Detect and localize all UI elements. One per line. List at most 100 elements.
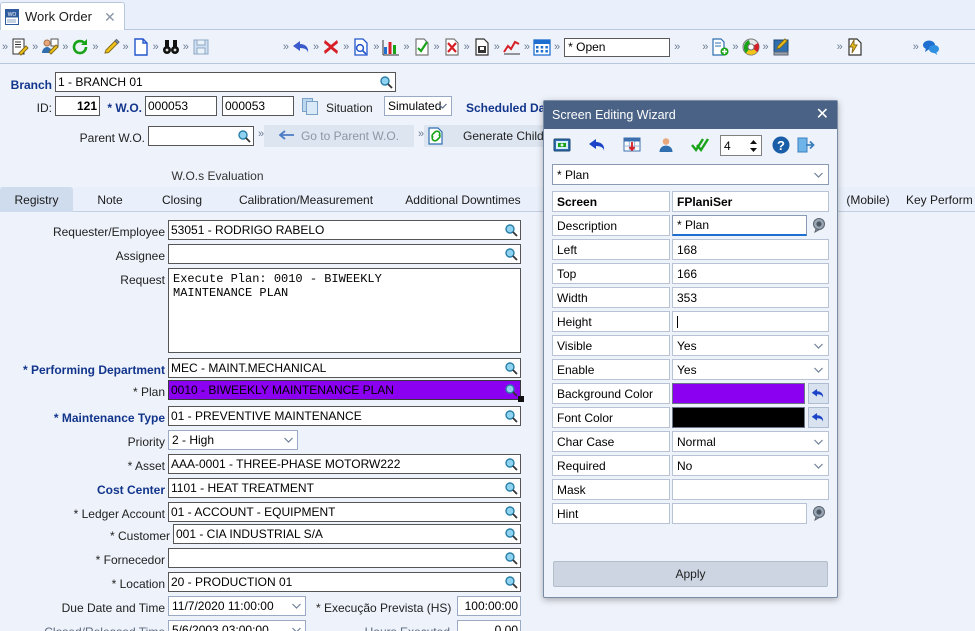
toolbar-delete-button[interactable] [321,31,341,64]
user-button[interactable] [656,135,678,157]
stepper-arrows[interactable] [746,136,760,155]
asset-field[interactable]: AAA-0001 - THREE-PHASE MOTORW222 [168,454,521,474]
import-grid-button[interactable] [622,135,644,157]
dialog-exit-button[interactable] [796,135,818,157]
search-icon[interactable] [504,223,518,237]
plan-field[interactable]: 0010 - BIWEEKLY MAINTENANCE PLAN [168,380,521,400]
toolbar-browser-button[interactable] [741,31,761,64]
height-input[interactable] [672,311,829,332]
width-input[interactable]: 353 [672,287,829,308]
toolbar-approve-button[interactable] [412,31,432,64]
closed-released-time-select[interactable]: 5/6/2003 03:00:00 [168,620,306,631]
description-translate-button[interactable] [810,215,829,234]
due-date-select[interactable]: 11/7/2020 11:00:00 [168,596,306,616]
background-color-reset-button[interactable] [808,383,829,404]
toolbar-calendar-button[interactable] [532,31,552,64]
search-icon[interactable] [237,129,251,143]
search-icon[interactable] [504,247,518,261]
maintenance-type-field[interactable]: 01 - PREVENTIVE MAINTENANCE [168,406,521,426]
apply-button[interactable]: Apply [553,561,828,587]
tab-note[interactable]: Note [80,187,140,212]
selection-handle[interactable] [518,396,524,402]
chevron-down-icon [814,439,823,445]
toolbar-chart-button[interactable] [381,31,401,64]
search-icon[interactable] [504,457,518,471]
search-icon[interactable] [504,575,518,589]
required-select[interactable]: No [672,455,829,476]
tab-calibration-measurement[interactable]: Calibration/Measurement [222,187,390,212]
hint-translate-button[interactable] [810,503,829,522]
enable-select[interactable]: Yes [672,359,829,380]
toolbar-export-button[interactable] [710,31,730,64]
status-filter-input[interactable] [564,37,671,57]
toolbar-new-record-button[interactable] [10,31,30,64]
background-color-swatch[interactable] [672,383,805,404]
situation-select[interactable]: Simulated [384,96,452,116]
requester-field[interactable]: 53051 - RODRIGO RABELO [168,220,521,240]
toolbar-undo-button[interactable] [291,31,311,64]
font-color-reset-button[interactable] [808,407,829,428]
search-icon[interactable] [504,505,518,519]
left-input[interactable]: 168 [672,239,829,260]
toolbar-trend-button[interactable] [502,31,522,64]
char-case-select[interactable]: Normal [672,431,829,452]
search-icon[interactable] [504,383,518,397]
execucao-prevista-field[interactable]: 100:00:00 [457,596,521,616]
top-input[interactable]: 166 [672,263,829,284]
search-icon[interactable] [504,481,518,495]
search-icon[interactable] [504,527,518,541]
request-textarea[interactable]: Execute Plan: 0010 - BIWEEKLY MAINTENANC… [168,268,521,353]
mask-input[interactable] [672,479,829,500]
customer-field[interactable]: 001 - CIA INDUSTRIAL S/A [173,524,521,544]
tab-key-performance[interactable]: Key Perform [906,187,975,212]
toolbar-new-document-button[interactable] [131,31,151,64]
parent-wo-field[interactable] [148,126,254,146]
search-icon[interactable] [504,551,518,565]
toolbar-save-button[interactable] [191,31,211,64]
toolbar-attachment-button[interactable] [845,31,865,64]
wo-number-secondary-field[interactable]: 000053 [222,96,294,116]
description-input[interactable]: * Plan [672,215,807,236]
assignee-field[interactable] [168,244,521,264]
toolbar-edit-button[interactable] [101,31,121,64]
toolbar-assign-employee-button[interactable] [40,31,60,64]
tab-additional-downtimes[interactable]: Additional Downtimes [392,187,534,212]
copy-button[interactable] [302,98,319,119]
close-icon[interactable]: ✕ [816,107,829,123]
dialog-title-bar[interactable]: Screen Editing Wizard ✕ [544,101,837,129]
level-stepper[interactable]: 4 [720,135,762,156]
apply-check-button[interactable] [690,135,712,157]
priority-select[interactable]: 2 - High [168,430,298,450]
toolbar-refresh-button[interactable] [70,31,90,64]
toolbar-comments-button[interactable] [921,31,941,64]
toolbar-archive-button[interactable] [472,31,492,64]
toolbar-notebook-button[interactable] [771,31,791,64]
save-screen-button[interactable] [552,135,574,157]
hint-input[interactable] [672,503,807,524]
visible-select[interactable]: Yes [672,335,829,356]
toolbar-find-button[interactable] [161,31,181,64]
location-field[interactable]: 20 - PRODUCTION 01 [168,572,521,592]
tab-registry[interactable]: Registry [0,187,73,212]
toolbar-reject-button[interactable] [442,31,462,64]
performing-department-field[interactable]: MEC - MAINT.MECHANICAL [168,358,521,378]
hours-executed-field[interactable]: 0.00 [457,620,521,631]
wo-number-field[interactable]: 000053 [145,96,217,116]
tab-mobile[interactable]: (Mobile) [838,187,898,212]
search-icon[interactable] [504,361,518,375]
toolbar-preview-button[interactable] [351,31,371,64]
ledger-account-field[interactable]: 01 - ACCOUNT - EQUIPMENT [168,502,521,522]
font-color-swatch[interactable] [672,407,805,428]
tab-work-order[interactable]: WO Work Order ✕ [0,2,125,30]
element-selector[interactable]: * Plan [552,164,829,185]
dialog-help-button[interactable]: ? [771,135,793,157]
dialog-undo-button[interactable] [588,135,610,157]
search-icon[interactable] [504,409,518,423]
go-to-parent-wo-button[interactable]: Go to Parent W.O. [264,125,414,147]
close-icon[interactable]: ✕ [104,10,116,24]
tab-closing[interactable]: Closing [146,187,218,212]
branch-field[interactable]: 1 - BRANCH 01 [55,72,396,92]
cost-center-field[interactable]: 1101 - HEAT TREATMENT [168,478,521,498]
search-icon[interactable] [379,75,393,89]
fornecedor-field[interactable] [168,548,521,568]
